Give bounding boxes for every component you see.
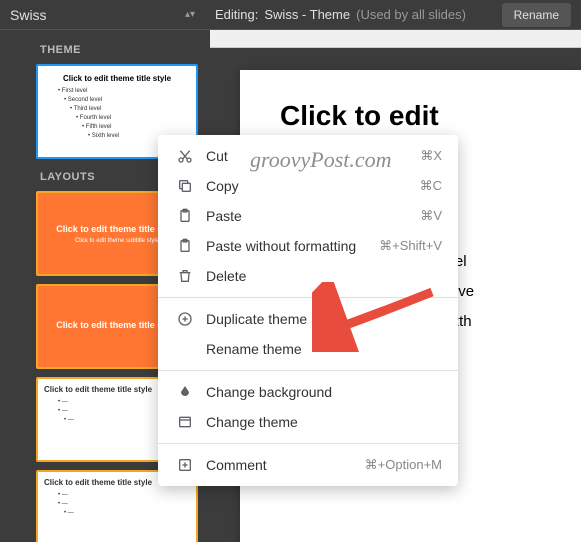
duplicate-icon <box>174 311 196 327</box>
rename-button[interactable]: Rename <box>502 3 571 27</box>
horizontal-ruler[interactable] <box>210 30 581 48</box>
menu-comment[interactable]: Comment ⌘+Option+M <box>158 450 458 480</box>
delete-icon <box>174 268 196 284</box>
menu-divider <box>158 443 458 444</box>
menu-paste-nofmt[interactable]: Paste without formatting ⌘+Shift+V <box>158 231 458 261</box>
menu-paste[interactable]: Paste ⌘V <box>158 201 458 231</box>
menu-duplicate-theme[interactable]: Duplicate theme <box>158 304 458 334</box>
menu-copy[interactable]: Copy ⌘C <box>158 171 458 201</box>
paste-icon <box>174 208 196 224</box>
used-by-label: (Used by all slides) <box>356 7 466 22</box>
menu-cut[interactable]: Cut ⌘X <box>158 141 458 171</box>
thumb-bullets: • First level • Second level • Third lev… <box>46 87 188 141</box>
theme-name: Swiss <box>10 7 47 23</box>
context-menu: Cut ⌘X Copy ⌘C Paste ⌘V Paste without fo… <box>158 135 458 486</box>
menu-delete[interactable]: Delete <box>158 261 458 291</box>
theme-selector[interactable]: Swiss ▴▾ <box>0 0 205 29</box>
menu-divider <box>158 370 458 371</box>
theme-icon <box>174 414 196 430</box>
paste-nofmt-icon <box>174 238 196 254</box>
copy-icon <box>174 178 196 194</box>
editing-bar: Editing: Swiss - Theme (Used by all slid… <box>205 0 581 29</box>
menu-change-background[interactable]: Change background <box>158 377 458 407</box>
menu-rename-theme[interactable]: Rename theme <box>158 334 458 364</box>
editing-title: Swiss - Theme <box>264 7 350 22</box>
top-bar: Swiss ▴▾ Editing: Swiss - Theme (Used by… <box>0 0 581 30</box>
updown-icon: ▴▾ <box>185 9 195 20</box>
canvas-title[interactable]: Click to edit <box>280 100 541 132</box>
comment-icon <box>174 457 196 473</box>
editing-prefix: Editing: <box>215 7 258 22</box>
menu-divider <box>158 297 458 298</box>
thumb-title: Click to edit theme title style <box>46 74 188 83</box>
theme-section-label: THEME <box>0 38 210 62</box>
cut-icon <box>174 148 196 164</box>
background-icon <box>174 384 196 400</box>
menu-change-theme[interactable]: Change theme <box>158 407 458 437</box>
